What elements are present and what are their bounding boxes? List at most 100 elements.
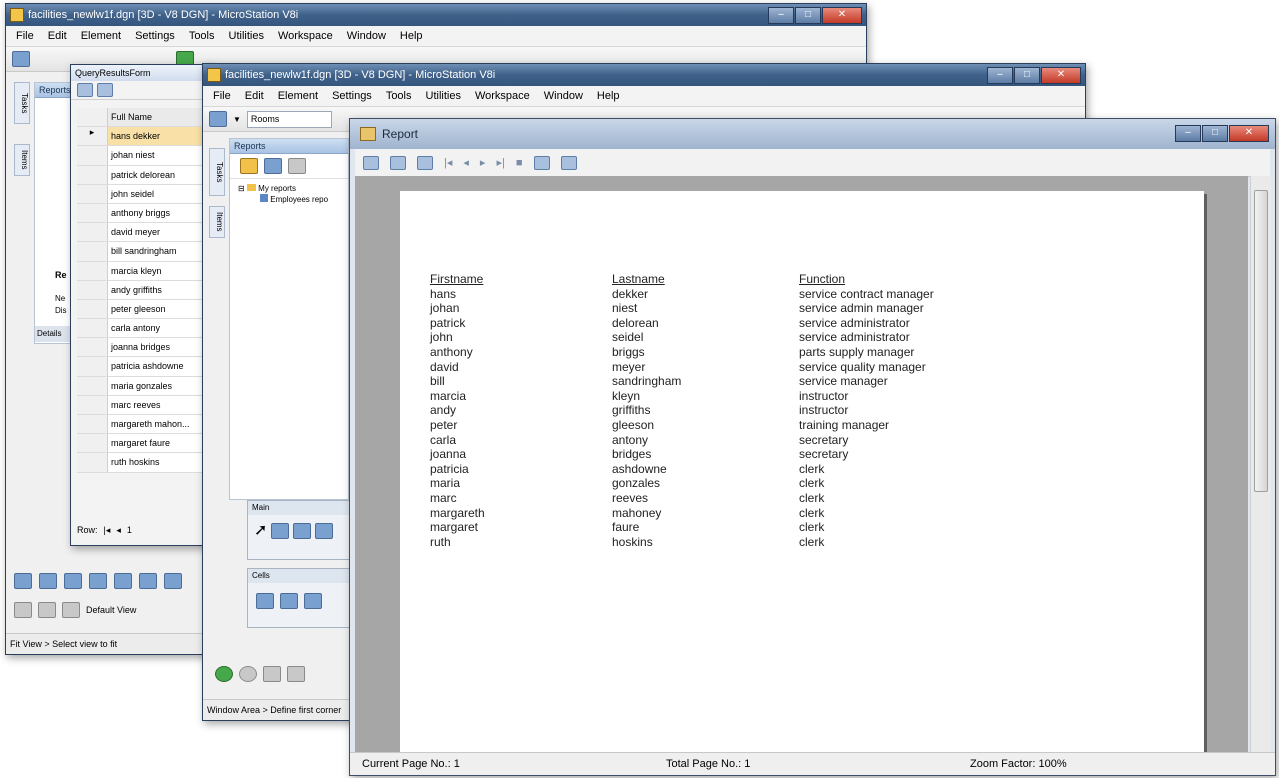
back-window-titlebar[interactable]: facilities_newlw1f.dgn [3D - V8 DGN] - M… bbox=[6, 4, 866, 26]
row-selector[interactable] bbox=[77, 203, 108, 223]
place-cell-icon[interactable] bbox=[256, 593, 274, 609]
table-row[interactable]: margareth mahon... bbox=[77, 415, 205, 435]
full-name-cell[interactable]: bill sandringham bbox=[108, 242, 205, 261]
row-selector[interactable] bbox=[77, 319, 108, 338]
first-page-icon[interactable]: |◂ bbox=[444, 156, 452, 169]
tool-icon[interactable] bbox=[164, 573, 182, 589]
row-selector[interactable] bbox=[77, 415, 108, 434]
full-name-cell[interactable]: peter gleeson bbox=[108, 299, 205, 319]
level-dropdown[interactable]: Rooms bbox=[246, 110, 332, 128]
table-row[interactable]: bill sandringham bbox=[77, 242, 205, 262]
table-row[interactable]: maria gonzales bbox=[77, 376, 205, 396]
report-titlebar[interactable]: Report – □ ✕ bbox=[350, 119, 1275, 149]
table-row[interactable]: ruth hoskins bbox=[77, 453, 205, 473]
tool-icon[interactable] bbox=[12, 51, 30, 67]
menu-workspace[interactable]: Workspace bbox=[475, 90, 530, 102]
menu-utilities[interactable]: Utilities bbox=[426, 90, 461, 102]
stop-icon[interactable]: ■ bbox=[516, 157, 523, 169]
menu-edit[interactable]: Edit bbox=[245, 90, 264, 102]
row-selector[interactable] bbox=[77, 338, 108, 357]
minimize-button[interactable]: – bbox=[987, 67, 1013, 84]
scrollbar-thumb[interactable] bbox=[1254, 190, 1268, 492]
close-button[interactable]: ✕ bbox=[822, 7, 862, 24]
menu-help[interactable]: Help bbox=[597, 90, 620, 102]
export-icon[interactable] bbox=[560, 155, 577, 170]
vertical-scrollbar[interactable] bbox=[1250, 176, 1271, 753]
tool-icon[interactable] bbox=[64, 573, 82, 589]
next-page-icon[interactable]: ▸ bbox=[480, 156, 486, 169]
replace-cell-icon[interactable] bbox=[304, 593, 322, 609]
row-selector[interactable] bbox=[77, 376, 108, 395]
side-tab-tasks[interactable]: Tasks bbox=[209, 148, 225, 196]
go-icon[interactable] bbox=[215, 666, 233, 682]
table-row[interactable]: ▸ hans dekker bbox=[77, 127, 205, 147]
table-row[interactable]: david meyer bbox=[77, 223, 205, 243]
full-name-cell[interactable]: joanna bridges bbox=[108, 338, 205, 357]
row-selector[interactable] bbox=[77, 184, 108, 203]
view-control-icon[interactable] bbox=[14, 602, 32, 618]
full-name-cell[interactable]: andy griffiths bbox=[108, 280, 205, 299]
full-name-cell[interactable]: johan niest bbox=[108, 146, 205, 165]
row-selector[interactable] bbox=[77, 434, 108, 453]
table-row[interactable]: john seidel bbox=[77, 184, 205, 204]
row-selector[interactable] bbox=[77, 242, 108, 261]
row-nav-value[interactable]: 1 bbox=[127, 525, 132, 535]
full-name-cell[interactable]: anthony briggs bbox=[108, 203, 205, 223]
close-button[interactable]: ✕ bbox=[1229, 125, 1269, 142]
table-row[interactable]: patrick delorean bbox=[77, 165, 205, 185]
table-row[interactable]: peter gleeson bbox=[77, 299, 205, 320]
menu-element[interactable]: Element bbox=[278, 90, 318, 102]
full-name-cell[interactable]: patricia ashdowne bbox=[108, 357, 205, 376]
minimize-button[interactable]: – bbox=[1175, 125, 1201, 142]
row-selector[interactable] bbox=[77, 395, 108, 414]
menu-edit[interactable]: Edit bbox=[48, 30, 67, 42]
full-name-cell[interactable]: hans dekker bbox=[108, 127, 205, 146]
row-selector[interactable] bbox=[77, 165, 108, 184]
menu-settings[interactable]: Settings bbox=[135, 30, 175, 42]
menu-help[interactable]: Help bbox=[400, 30, 423, 42]
table-row[interactable]: marcia kleyn bbox=[77, 261, 205, 281]
menu-workspace[interactable]: Workspace bbox=[278, 30, 333, 42]
fence-icon[interactable] bbox=[271, 523, 290, 539]
full-name-cell[interactable]: patrick delorean bbox=[108, 165, 205, 184]
maximize-button[interactable]: □ bbox=[1202, 125, 1228, 142]
row-selector[interactable] bbox=[77, 261, 108, 280]
tool-icon[interactable] bbox=[114, 573, 132, 589]
full-name-cell[interactable]: ruth hoskins bbox=[108, 453, 205, 472]
menu-file[interactable]: File bbox=[213, 90, 231, 102]
tree-item-my-reports[interactable]: ⊟ My reports bbox=[238, 183, 348, 194]
side-tab-tasks[interactable]: Tasks bbox=[14, 82, 30, 124]
middle-window-titlebar[interactable]: facilities_newlw1f.dgn [3D - V8 DGN] - M… bbox=[203, 64, 1085, 86]
row-selector[interactable] bbox=[77, 357, 108, 376]
find-icon[interactable] bbox=[533, 155, 550, 170]
cut-icon[interactable] bbox=[288, 158, 306, 174]
row-selector[interactable] bbox=[77, 453, 108, 472]
menu-utilities[interactable]: Utilities bbox=[229, 30, 264, 42]
new-report-icon[interactable] bbox=[264, 158, 282, 174]
dropdown-arrow-icon[interactable]: ▼ bbox=[233, 115, 241, 124]
full-name-cell[interactable]: margareth mahon... bbox=[108, 415, 205, 434]
full-name-cell[interactable]: carla antony bbox=[108, 319, 205, 338]
manipulate-icon[interactable] bbox=[293, 523, 312, 539]
query-form-titlebar[interactable]: QueryResultsForm bbox=[71, 65, 211, 81]
row-selector[interactable] bbox=[77, 280, 108, 299]
side-tab-items[interactable]: Items bbox=[14, 144, 30, 176]
full-name-cell[interactable]: margaret faure bbox=[108, 434, 205, 453]
row-selector[interactable] bbox=[77, 299, 108, 319]
table-row[interactable]: patricia ashdowne bbox=[77, 357, 205, 377]
menu-window[interactable]: Window bbox=[544, 90, 583, 102]
modify-icon[interactable] bbox=[315, 523, 334, 539]
prev-page-icon[interactable]: ◂ bbox=[463, 156, 469, 169]
last-page-icon[interactable]: ▸| bbox=[496, 156, 504, 169]
menu-element[interactable]: Element bbox=[81, 30, 121, 42]
menu-window[interactable]: Window bbox=[347, 30, 386, 42]
tool-icon[interactable] bbox=[89, 573, 107, 589]
table-row[interactable]: carla antony bbox=[77, 319, 205, 339]
default-view-label[interactable]: Default View bbox=[86, 605, 136, 615]
table-row[interactable]: andy griffiths bbox=[77, 280, 205, 300]
view-control-icon[interactable] bbox=[263, 666, 281, 682]
table-row[interactable]: marc reeves bbox=[77, 395, 205, 415]
menu-tools[interactable]: Tools bbox=[386, 90, 412, 102]
menu-tools[interactable]: Tools bbox=[189, 30, 215, 42]
minimize-button[interactable]: – bbox=[768, 7, 794, 24]
